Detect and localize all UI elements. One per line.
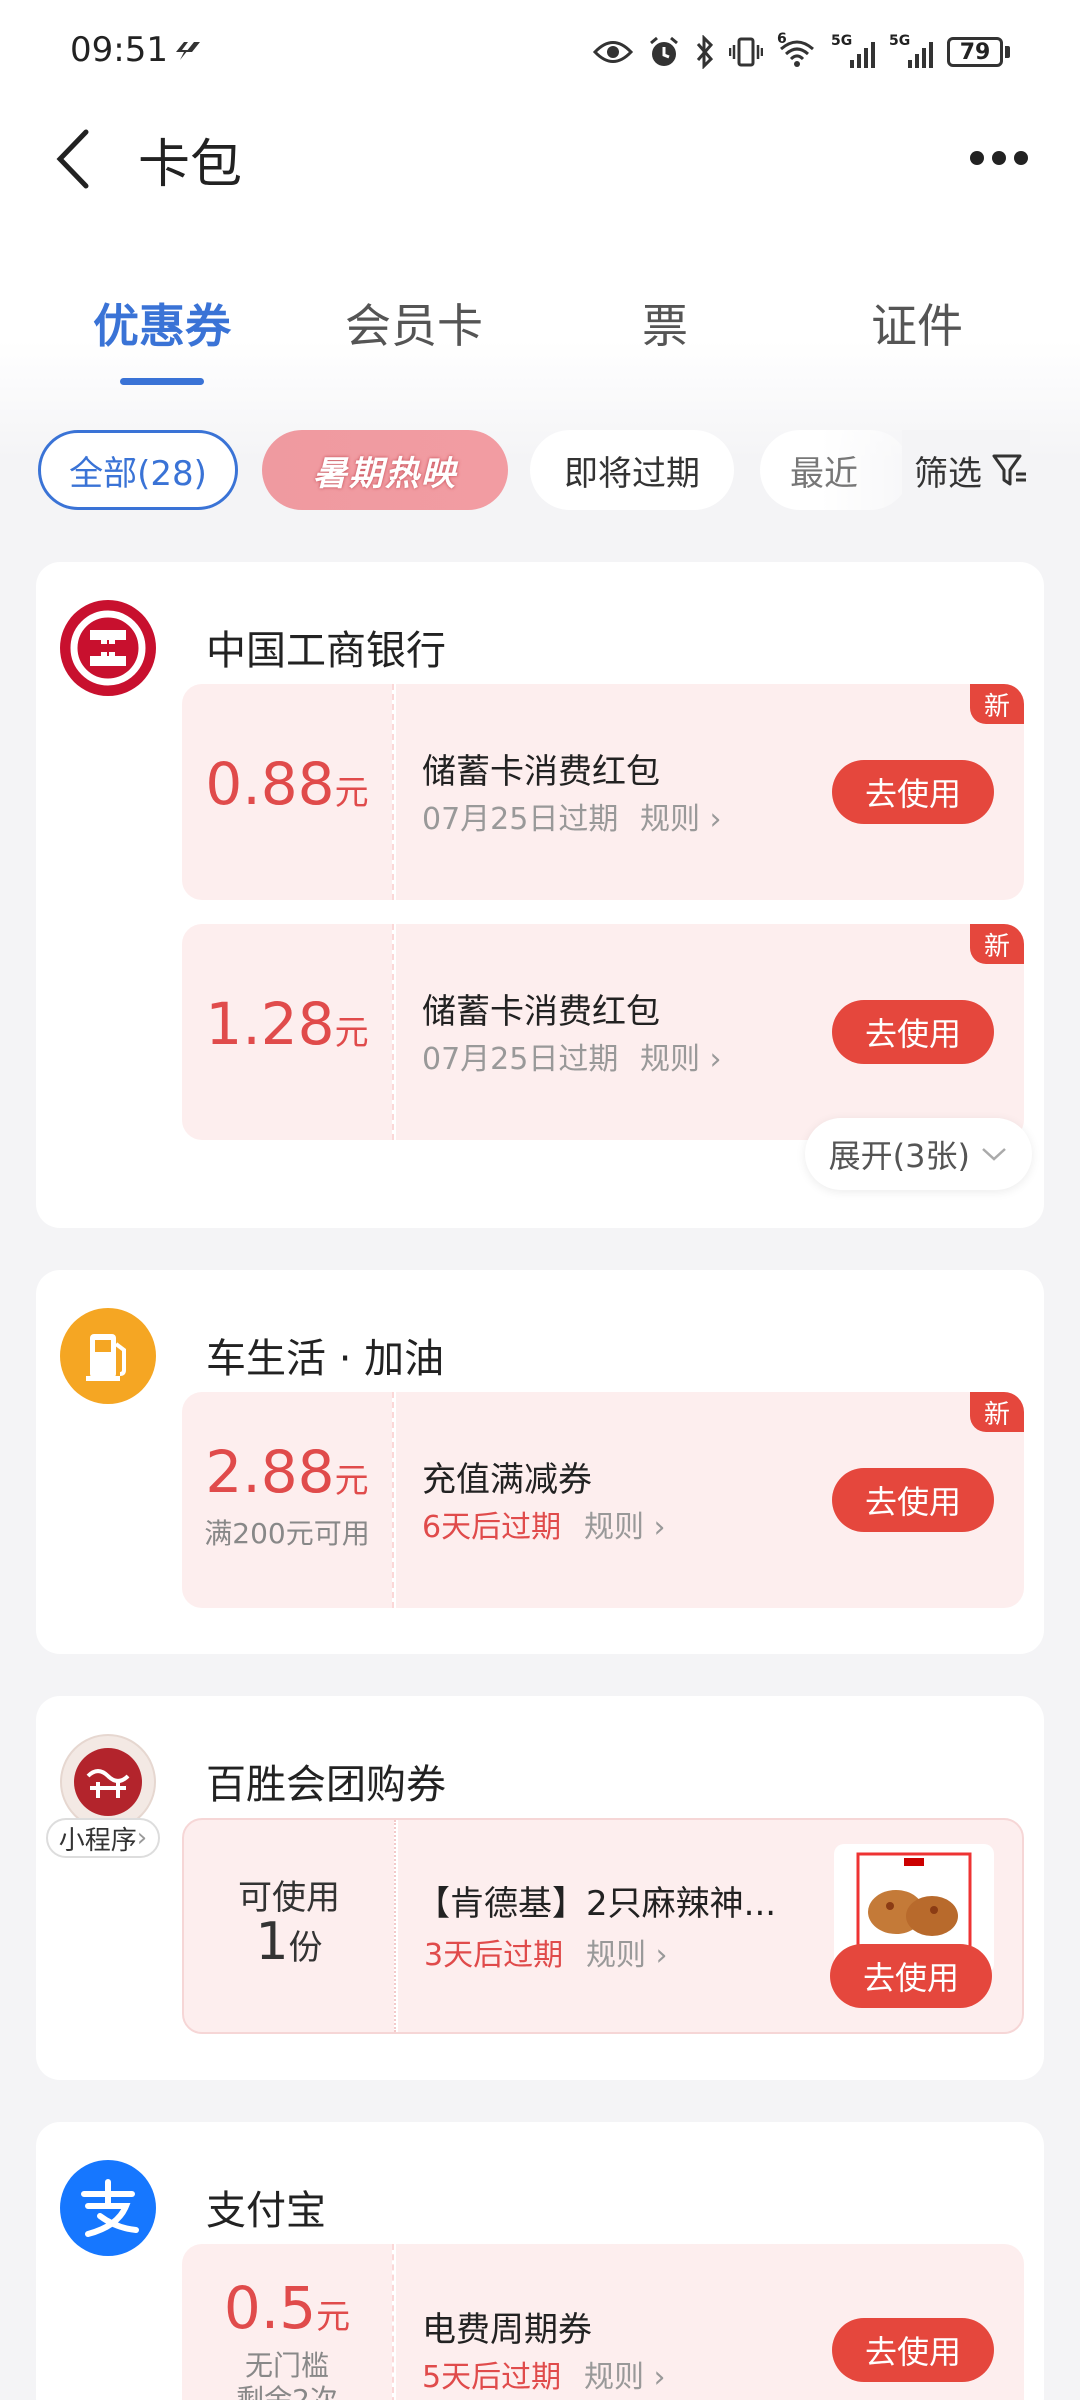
filter-button[interactable]: 筛选 xyxy=(902,430,1030,510)
merchant-name: 百胜会团购券 xyxy=(206,1762,446,1808)
use-button[interactable]: 去使用 xyxy=(832,1468,994,1532)
coupon-condition: 满200元可用 xyxy=(204,1517,370,1550)
coupon-name: 储蓄卡消费红包 xyxy=(422,992,660,1032)
chevron-right-icon: › xyxy=(653,2360,666,2395)
mini-program-badge[interactable]: 小程序 › xyxy=(46,1818,160,1858)
icbc-logo-icon xyxy=(60,600,156,696)
coupon-expire: 07月25日过期 xyxy=(422,802,619,837)
use-button[interactable]: 去使用 xyxy=(832,2318,994,2382)
merchant-card-baishenghui: 百胜会团购券 小程序 › 可使用 1份 【肯德基】2只麻辣神... 3天后过期 规… xyxy=(36,1696,1044,2080)
chip-all[interactable]: 全部(28) xyxy=(38,430,238,510)
chip-expiring-soon[interactable]: 即将过期 xyxy=(530,430,734,510)
alipay-logo-icon xyxy=(60,2160,156,2256)
expand-button[interactable]: 展开(3张) xyxy=(804,1118,1032,1190)
merchant-name: 车生活 · 加油 xyxy=(206,1336,445,1382)
coupon-expire: 07月25日过期 xyxy=(422,1042,619,1077)
fuel-pump-icon xyxy=(60,1308,156,1404)
coupon-expire: 3天后过期 xyxy=(424,1938,564,1973)
filter-chips: 全部(28) 暑期热映 即将过期 最近 筛选 xyxy=(0,430,1080,516)
battery-icon: 79 xyxy=(947,37,1010,67)
merchant-header: 中国工商银行 xyxy=(60,600,446,696)
merchant-name: 中国工商银行 xyxy=(206,628,446,674)
baishenghui-logo-icon xyxy=(60,1734,156,1830)
tab-label: 证件 xyxy=(871,299,963,353)
filter-icon xyxy=(992,454,1026,486)
new-badge: 新 xyxy=(970,924,1024,964)
coupon-item[interactable]: 1.28元 储蓄卡消费红包 07月25日过期 规则 › 去使用 新 xyxy=(182,924,1024,1140)
rule-link[interactable]: 规则 › xyxy=(586,1930,668,1974)
coupon-remaining: 剩余2次 xyxy=(236,2383,338,2400)
use-button[interactable]: 去使用 xyxy=(832,1000,994,1064)
tab-documents[interactable]: 证件 xyxy=(797,290,1037,356)
tab-tickets[interactable]: 票 xyxy=(545,290,785,356)
nav-header: 卡包 xyxy=(0,110,1080,210)
tab-bar: 优惠券 会员卡 票 证件 xyxy=(0,290,1080,400)
coupon-expire: 6天后过期 xyxy=(422,1510,562,1545)
avail-count: 1份 xyxy=(255,1912,323,1972)
use-button[interactable]: 去使用 xyxy=(830,1944,992,2008)
coupon-item[interactable]: 0.88元 储蓄卡消费红包 07月25日过期 规则 › 去使用 新 xyxy=(182,684,1024,900)
bluetooth-icon xyxy=(695,35,715,69)
eye-icon xyxy=(593,37,633,67)
use-button[interactable]: 去使用 xyxy=(832,760,994,824)
status-time: 09:51 xyxy=(70,30,168,70)
alarm-icon xyxy=(647,35,681,69)
tab-underline xyxy=(120,378,204,385)
coupon-amount: 2.88元 xyxy=(205,1438,369,1506)
merchant-card-fuel: 车生活 · 加油 2.88元 满200元可用 充值满减券 6天后过期 规则 › … xyxy=(36,1270,1044,1654)
new-badge: 新 xyxy=(970,1392,1024,1432)
page-title: 卡包 xyxy=(138,135,243,195)
rule-link[interactable]: 规则 › xyxy=(584,2352,666,2396)
coupon-item[interactable]: 可使用 1份 【肯德基】2只麻辣神... 3天后过期 规则 › 去使用 xyxy=(182,1818,1024,2034)
chip-recent[interactable]: 最近 xyxy=(760,430,910,510)
merchant-card-alipay: 支付宝 0.5元 无门槛 剩余2次 电费周期券 5天后过期 规则 › 去使用 xyxy=(36,2122,1044,2400)
rule-link[interactable]: 规则 › xyxy=(640,794,722,838)
expand-label: 展开(3张) xyxy=(828,1137,970,1175)
more-dots-icon[interactable] xyxy=(970,140,1030,176)
coupon-amount: 1.28元 xyxy=(205,990,369,1058)
chevron-right-icon: › xyxy=(709,1042,722,1077)
coupon-name: 充值满减券 xyxy=(422,1460,592,1500)
status-bar: 09:51 6 5G 5G 79 xyxy=(0,0,1080,100)
coupon-name: 储蓄卡消费红包 xyxy=(422,752,660,792)
coupon-expire: 5天后过期 xyxy=(422,2360,562,2395)
merchant-name: 支付宝 xyxy=(206,2188,326,2234)
merchant-header: 百胜会团购券 xyxy=(60,1734,446,1830)
chevron-right-icon: › xyxy=(655,1938,668,1973)
chevron-down-icon xyxy=(982,1148,1006,1161)
vibrate-icon xyxy=(729,35,763,69)
wifi-label: 6 xyxy=(777,31,787,47)
coupon-name: 电费周期券 xyxy=(422,2310,592,2350)
coupon-item[interactable]: 0.5元 无门槛 剩余2次 电费周期券 5天后过期 规则 › 去使用 xyxy=(182,2244,1024,2400)
tab-label: 优惠券 xyxy=(93,299,231,353)
merchant-header: 支付宝 xyxy=(60,2160,326,2256)
chip-summer-movies[interactable]: 暑期热映 xyxy=(262,430,508,510)
tab-coupons[interactable]: 优惠券 xyxy=(42,290,282,385)
signal-icon-1: 5G xyxy=(831,34,875,70)
chevron-right-icon: › xyxy=(653,1510,666,1545)
new-badge: 新 xyxy=(970,684,1024,724)
tab-label: 会员卡 xyxy=(345,299,483,353)
chevron-left-icon[interactable] xyxy=(50,124,94,194)
coupon-item[interactable]: 2.88元 满200元可用 充值满减券 6天后过期 规则 › 去使用 新 xyxy=(182,1392,1024,1608)
merchant-card-icbc: 中国工商银行 0.88元 储蓄卡消费红包 07月25日过期 规则 › 去使用 新… xyxy=(36,562,1044,1228)
rule-link[interactable]: 规则 › xyxy=(584,1502,666,1546)
signal-icon-2: 5G xyxy=(889,34,933,70)
coupon-amount: 0.5元 xyxy=(223,2274,351,2342)
tab-label: 票 xyxy=(642,299,688,353)
coupon-name: 【肯德基】2只麻辣神... xyxy=(416,1884,777,1924)
fast-charge-icon xyxy=(176,42,200,60)
chevron-right-icon: › xyxy=(709,802,722,837)
wifi-icon: 6 xyxy=(777,31,817,69)
tab-membership-cards[interactable]: 会员卡 xyxy=(294,290,534,356)
coupon-amount: 0.88元 xyxy=(205,750,369,818)
chevron-right-icon: › xyxy=(136,1823,148,1853)
filter-label: 筛选 xyxy=(914,453,982,494)
rule-link[interactable]: 规则 › xyxy=(640,1034,722,1078)
merchant-header: 车生活 · 加油 xyxy=(60,1308,444,1404)
